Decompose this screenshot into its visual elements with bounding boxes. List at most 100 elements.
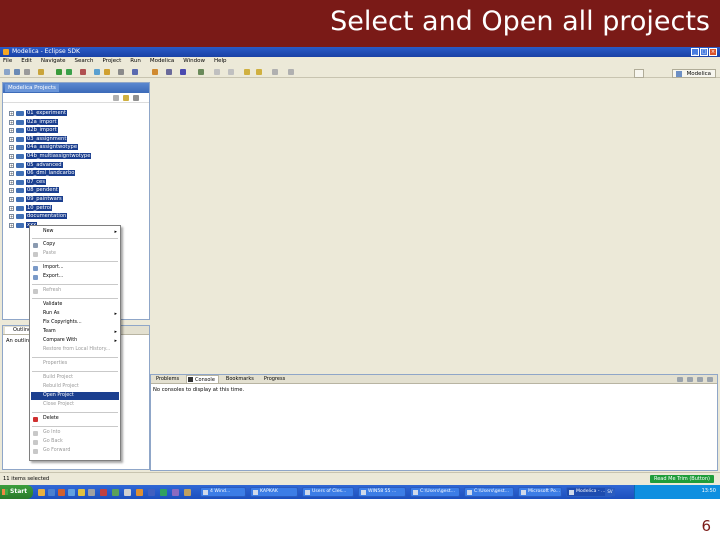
read-me-trim-button[interactable]: Read Me Trim (Button) [649,475,714,483]
expand-icon[interactable]: + [9,128,14,134]
taskbar-task[interactable]: Users of Cles... [302,487,354,497]
run-icon[interactable] [66,69,72,75]
toggle-mark-icon[interactable] [198,69,204,75]
open-type-icon[interactable] [118,69,124,75]
previous-annotation-icon[interactable] [228,69,234,75]
print-icon[interactable] [24,69,30,75]
quick-launch-chat-icon[interactable] [112,489,119,496]
quick-launch-excel-icon[interactable] [160,489,167,496]
maximize-icon[interactable]: □ [700,48,708,56]
maximize-view-icon[interactable] [707,377,713,382]
project-item[interactable]: +02a_import [9,118,91,127]
annotation-icon[interactable] [166,69,172,75]
quick-launch-word-icon[interactable] [148,489,155,496]
expand-icon[interactable]: + [9,179,14,185]
open-perspective-icon[interactable] [634,69,644,78]
quick-launch-app-icon[interactable] [58,489,65,496]
menu-item-export[interactable]: Export... [31,273,119,281]
menu-item-rebuild-project[interactable]: Rebuild Project [31,383,119,391]
quick-launch-calc-icon[interactable] [124,489,131,496]
save-icon[interactable] [14,69,20,75]
menu-item-copy[interactable]: Copy [31,241,119,249]
menu-item-new[interactable]: New ▸ [31,228,119,236]
debug-icon[interactable] [56,69,62,75]
search-icon[interactable] [132,69,138,75]
menu-project[interactable]: Project [102,57,121,66]
language-indicator[interactable]: SV [605,488,615,496]
expand-icon[interactable]: + [9,222,14,228]
open-file-icon[interactable] [152,69,158,75]
project-item[interactable]: +06_dml_landcarbo [9,169,91,178]
menu-item-go-back[interactable]: Go Back [31,438,119,446]
project-item[interactable]: +02b_import [9,126,91,135]
menu-file[interactable]: File [3,57,12,66]
taskbar-task[interactable]: 4 Wind... [200,487,246,497]
build-icon[interactable] [38,69,44,75]
menu-item-team[interactable]: Team ▸ [31,328,119,336]
menu-item-import[interactable]: Import... [31,264,119,272]
minimize-icon[interactable]: _ [691,48,699,56]
taskbar-task[interactable]: C:\Users\gest... [410,487,460,497]
menu-item-build-project[interactable]: Build Project [31,374,119,382]
taskbar-task[interactable]: KAPKAK [250,487,298,497]
project-item[interactable]: +09_paintwars [9,195,91,204]
menu-item-refresh[interactable]: Refresh [31,287,119,295]
display-console-icon[interactable] [677,377,683,382]
forward-icon[interactable] [256,69,262,75]
project-item[interactable]: +05_advanced [9,161,91,170]
project-item[interactable]: +01_experiment [9,109,91,118]
menu-help[interactable]: Help [214,57,227,66]
start-button[interactable]: Start [0,485,33,499]
quick-launch-note-icon[interactable] [172,489,179,496]
project-item[interactable]: +04a_assigntwotype [9,143,91,152]
menu-item-restore-local-history[interactable]: Restore from Local History... [31,346,119,354]
expand-icon[interactable]: + [9,171,14,177]
project-item[interactable]: +04b_multiassigntwotype [9,152,92,161]
clock[interactable]: 13:50 [702,488,716,494]
tab-progress[interactable]: Progress [261,375,288,383]
window-titlebar[interactable]: Modelica - Eclipse SDK _ □ × [0,47,720,57]
menu-item-compare-with[interactable]: Compare With ▸ [31,337,119,345]
external-tools-icon[interactable] [80,69,86,75]
expand-icon[interactable]: + [9,188,14,194]
tab-console[interactable]: Console [186,375,219,383]
perspective-modelica[interactable]: Modelica [671,69,716,78]
quick-launch-folder-icon[interactable] [38,489,45,496]
expand-icon[interactable]: + [9,205,14,211]
taskbar-task[interactable]: WIN58 55 ... [358,487,406,497]
pin-icon[interactable] [180,69,186,75]
menu-item-properties[interactable]: Properties [31,360,119,368]
minimize-view-icon[interactable] [697,377,703,382]
pin-console-icon[interactable] [687,377,693,382]
view-menu-icon[interactable] [133,95,139,101]
new-icon[interactable] [4,69,10,75]
quick-launch-desktop-icon[interactable] [68,489,75,496]
collapse-all-icon[interactable] [113,95,119,101]
back-icon[interactable] [244,69,250,75]
menu-item-open-project[interactable]: Open Project [31,392,119,400]
menu-item-fix-copyrights[interactable]: Fix Copyrights... [31,319,119,327]
menu-navigate[interactable]: Navigate [41,57,66,66]
menu-item-delete[interactable]: Delete [31,415,119,423]
taskbar-task[interactable]: Microsoft Po... [518,487,562,497]
project-item[interactable]: +08_pendent [9,186,91,195]
expand-icon[interactable]: + [9,145,14,151]
menu-run[interactable]: Run [130,57,141,66]
quick-launch-folder2-icon[interactable] [184,489,191,496]
next-annotation-icon[interactable] [214,69,220,75]
quick-launch-explorer-icon[interactable] [78,489,85,496]
quick-launch-media-icon[interactable] [100,489,107,496]
menu-modelica[interactable]: Modelica [150,57,174,66]
expand-icon[interactable]: + [9,136,14,142]
menu-item-validate[interactable]: Validate [31,301,119,309]
expand-icon[interactable]: + [9,153,14,159]
expand-icon[interactable]: + [9,214,14,220]
link-with-editor-icon[interactable] [123,95,129,101]
quick-launch-mail-icon[interactable] [88,489,95,496]
expand-icon[interactable]: + [9,162,14,168]
editor-area[interactable] [153,82,718,420]
quick-launch-ie-icon[interactable] [48,489,55,496]
expand-icon[interactable]: + [9,119,14,125]
menu-search[interactable]: Search [75,57,94,66]
new-class-icon[interactable] [94,69,100,75]
